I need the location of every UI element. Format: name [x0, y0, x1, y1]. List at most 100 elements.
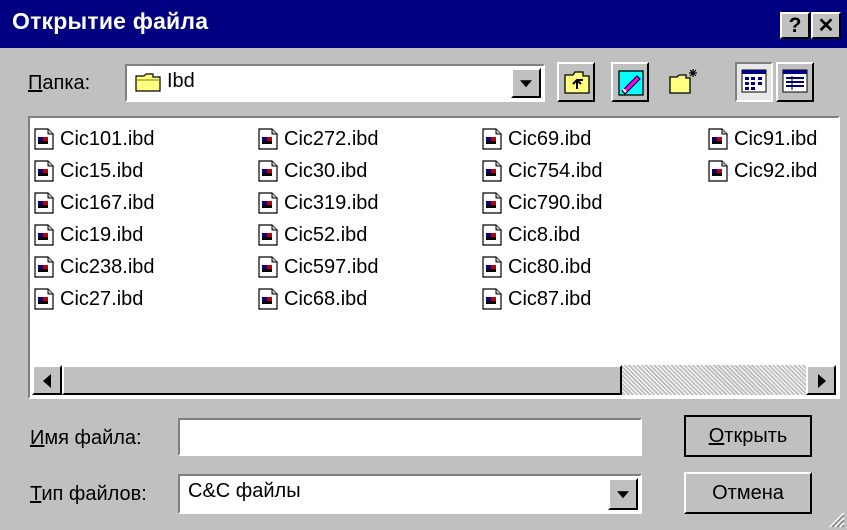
filename-input[interactable]	[178, 418, 642, 456]
file-item[interactable]: Cic91.ibd	[708, 124, 817, 154]
list-view-icon	[741, 69, 767, 93]
file-name: Cic91.ibd	[734, 127, 818, 150]
document-icon	[258, 192, 278, 214]
scroll-left-button[interactable]	[32, 365, 62, 395]
file-item[interactable]: Cic87.ibd	[482, 284, 591, 314]
file-name: Cic790.ibd	[508, 191, 603, 214]
file-name: Cic30.ibd	[284, 159, 368, 182]
arrow-right-icon	[818, 374, 826, 388]
document-icon	[34, 288, 54, 310]
file-item[interactable]: Cic167.ibd	[34, 188, 155, 218]
file-item[interactable]: Cic92.ibd	[708, 156, 817, 186]
document-icon	[258, 128, 278, 150]
title-bar: Открытие файла ? ✕	[0, 0, 847, 48]
folder-dropdown[interactable]: Ibd	[125, 64, 545, 102]
file-item[interactable]: Cic790.ibd	[482, 188, 603, 218]
close-icon: ✕	[817, 15, 835, 37]
document-icon	[482, 256, 502, 278]
file-item[interactable]: Cic8.ibd	[482, 220, 580, 250]
file-item[interactable]: Cic68.ibd	[258, 284, 367, 314]
file-name: Cic15.ibd	[60, 159, 144, 182]
scroll-thumb[interactable]	[62, 365, 622, 395]
document-icon	[258, 256, 278, 278]
up-one-level-icon	[564, 71, 590, 94]
document-icon	[482, 192, 502, 214]
file-item[interactable]: Cic754.ibd	[482, 156, 603, 186]
file-name: Cic68.ibd	[284, 287, 368, 310]
file-list[interactable]: Cic101.ibd Cic15.ibd Cic167.ibd Cic19.ibd Ci…	[28, 116, 840, 399]
details-view-button[interactable]	[776, 62, 814, 102]
file-item[interactable]: Cic319.ibd	[258, 188, 379, 218]
file-name: Cic319.ibd	[284, 191, 379, 214]
file-name: Cic52.ibd	[284, 223, 368, 246]
desktop-icon	[618, 70, 644, 96]
up-one-level-button[interactable]	[557, 62, 595, 102]
file-item[interactable]: Cic52.ibd	[258, 220, 367, 250]
filetype-dropdown[interactable]: C&C файлы	[178, 474, 642, 514]
document-icon	[34, 192, 54, 214]
desktop-button[interactable]	[611, 62, 649, 102]
open-file-dialog: Открытие файла ? ✕ Папка: Ibd Cic101.ibd…	[0, 0, 847, 530]
file-item[interactable]: Cic597.ibd	[258, 252, 379, 282]
document-icon	[34, 224, 54, 246]
file-name: Cic92.ibd	[734, 159, 818, 182]
dialog-title: Открытие файла	[12, 8, 209, 34]
file-item[interactable]: Cic69.ibd	[482, 124, 591, 154]
file-name: Cic597.ibd	[284, 255, 379, 278]
file-item[interactable]: Cic30.ibd	[258, 156, 367, 186]
document-icon	[258, 224, 278, 246]
document-icon	[482, 288, 502, 310]
document-icon	[482, 224, 502, 246]
file-item[interactable]: Cic272.ibd	[258, 124, 379, 154]
folder-value: Ibd	[135, 70, 195, 93]
file-name: Cic19.ibd	[60, 223, 144, 246]
file-name: Cic8.ibd	[508, 223, 581, 246]
file-name: Cic754.ibd	[508, 159, 603, 182]
chevron-down-icon	[617, 491, 629, 499]
filename-label: Имя файла:	[30, 427, 142, 449]
filetype-value: C&C файлы	[188, 480, 301, 502]
help-icon: ?	[788, 13, 802, 37]
file-name: Cic238.ibd	[60, 255, 155, 278]
resize-grip-icon[interactable]	[827, 510, 845, 528]
close-button[interactable]: ✕	[811, 12, 841, 39]
chevron-down-icon	[520, 80, 532, 88]
file-item[interactable]: Cic19.ibd	[34, 220, 143, 250]
document-icon	[258, 288, 278, 310]
folder-icon	[135, 72, 161, 92]
filetype-dropdown-arrow[interactable]	[608, 478, 638, 510]
document-icon	[34, 128, 54, 150]
folder-dropdown-arrow[interactable]	[511, 68, 541, 98]
list-view-button[interactable]	[735, 62, 773, 102]
file-item[interactable]: Cic101.ibd	[34, 124, 155, 154]
file-item[interactable]: Cic80.ibd	[482, 252, 591, 282]
document-icon	[34, 256, 54, 278]
file-name: Cic69.ibd	[508, 127, 592, 150]
cancel-button[interactable]: Отмена	[684, 472, 812, 514]
file-name: Cic101.ibd	[60, 127, 155, 150]
details-view-icon	[782, 69, 808, 93]
file-name: Cic87.ibd	[508, 287, 592, 310]
file-name: Cic272.ibd	[284, 127, 379, 150]
open-button[interactable]: Открыть	[684, 415, 812, 457]
help-button[interactable]: ?	[780, 12, 810, 39]
document-icon	[708, 160, 728, 182]
file-name: Cic80.ibd	[508, 255, 592, 278]
arrow-left-icon	[43, 374, 51, 388]
document-icon	[708, 128, 728, 150]
file-name: Cic167.ibd	[60, 191, 155, 214]
file-name: Cic27.ibd	[60, 287, 144, 310]
horizontal-scrollbar[interactable]	[32, 365, 836, 395]
new-folder-button[interactable]	[664, 62, 702, 102]
folder-label: Папка:	[28, 72, 91, 94]
document-icon	[482, 128, 502, 150]
new-folder-icon	[669, 69, 697, 94]
file-item[interactable]: Cic27.ibd	[34, 284, 143, 314]
file-item[interactable]: Cic238.ibd	[34, 252, 155, 282]
scroll-right-button[interactable]	[806, 365, 836, 395]
filetype-label: Тип файлов:	[30, 483, 147, 505]
document-icon	[482, 160, 502, 182]
document-icon	[34, 160, 54, 182]
file-item[interactable]: Cic15.ibd	[34, 156, 143, 186]
document-icon	[258, 160, 278, 182]
